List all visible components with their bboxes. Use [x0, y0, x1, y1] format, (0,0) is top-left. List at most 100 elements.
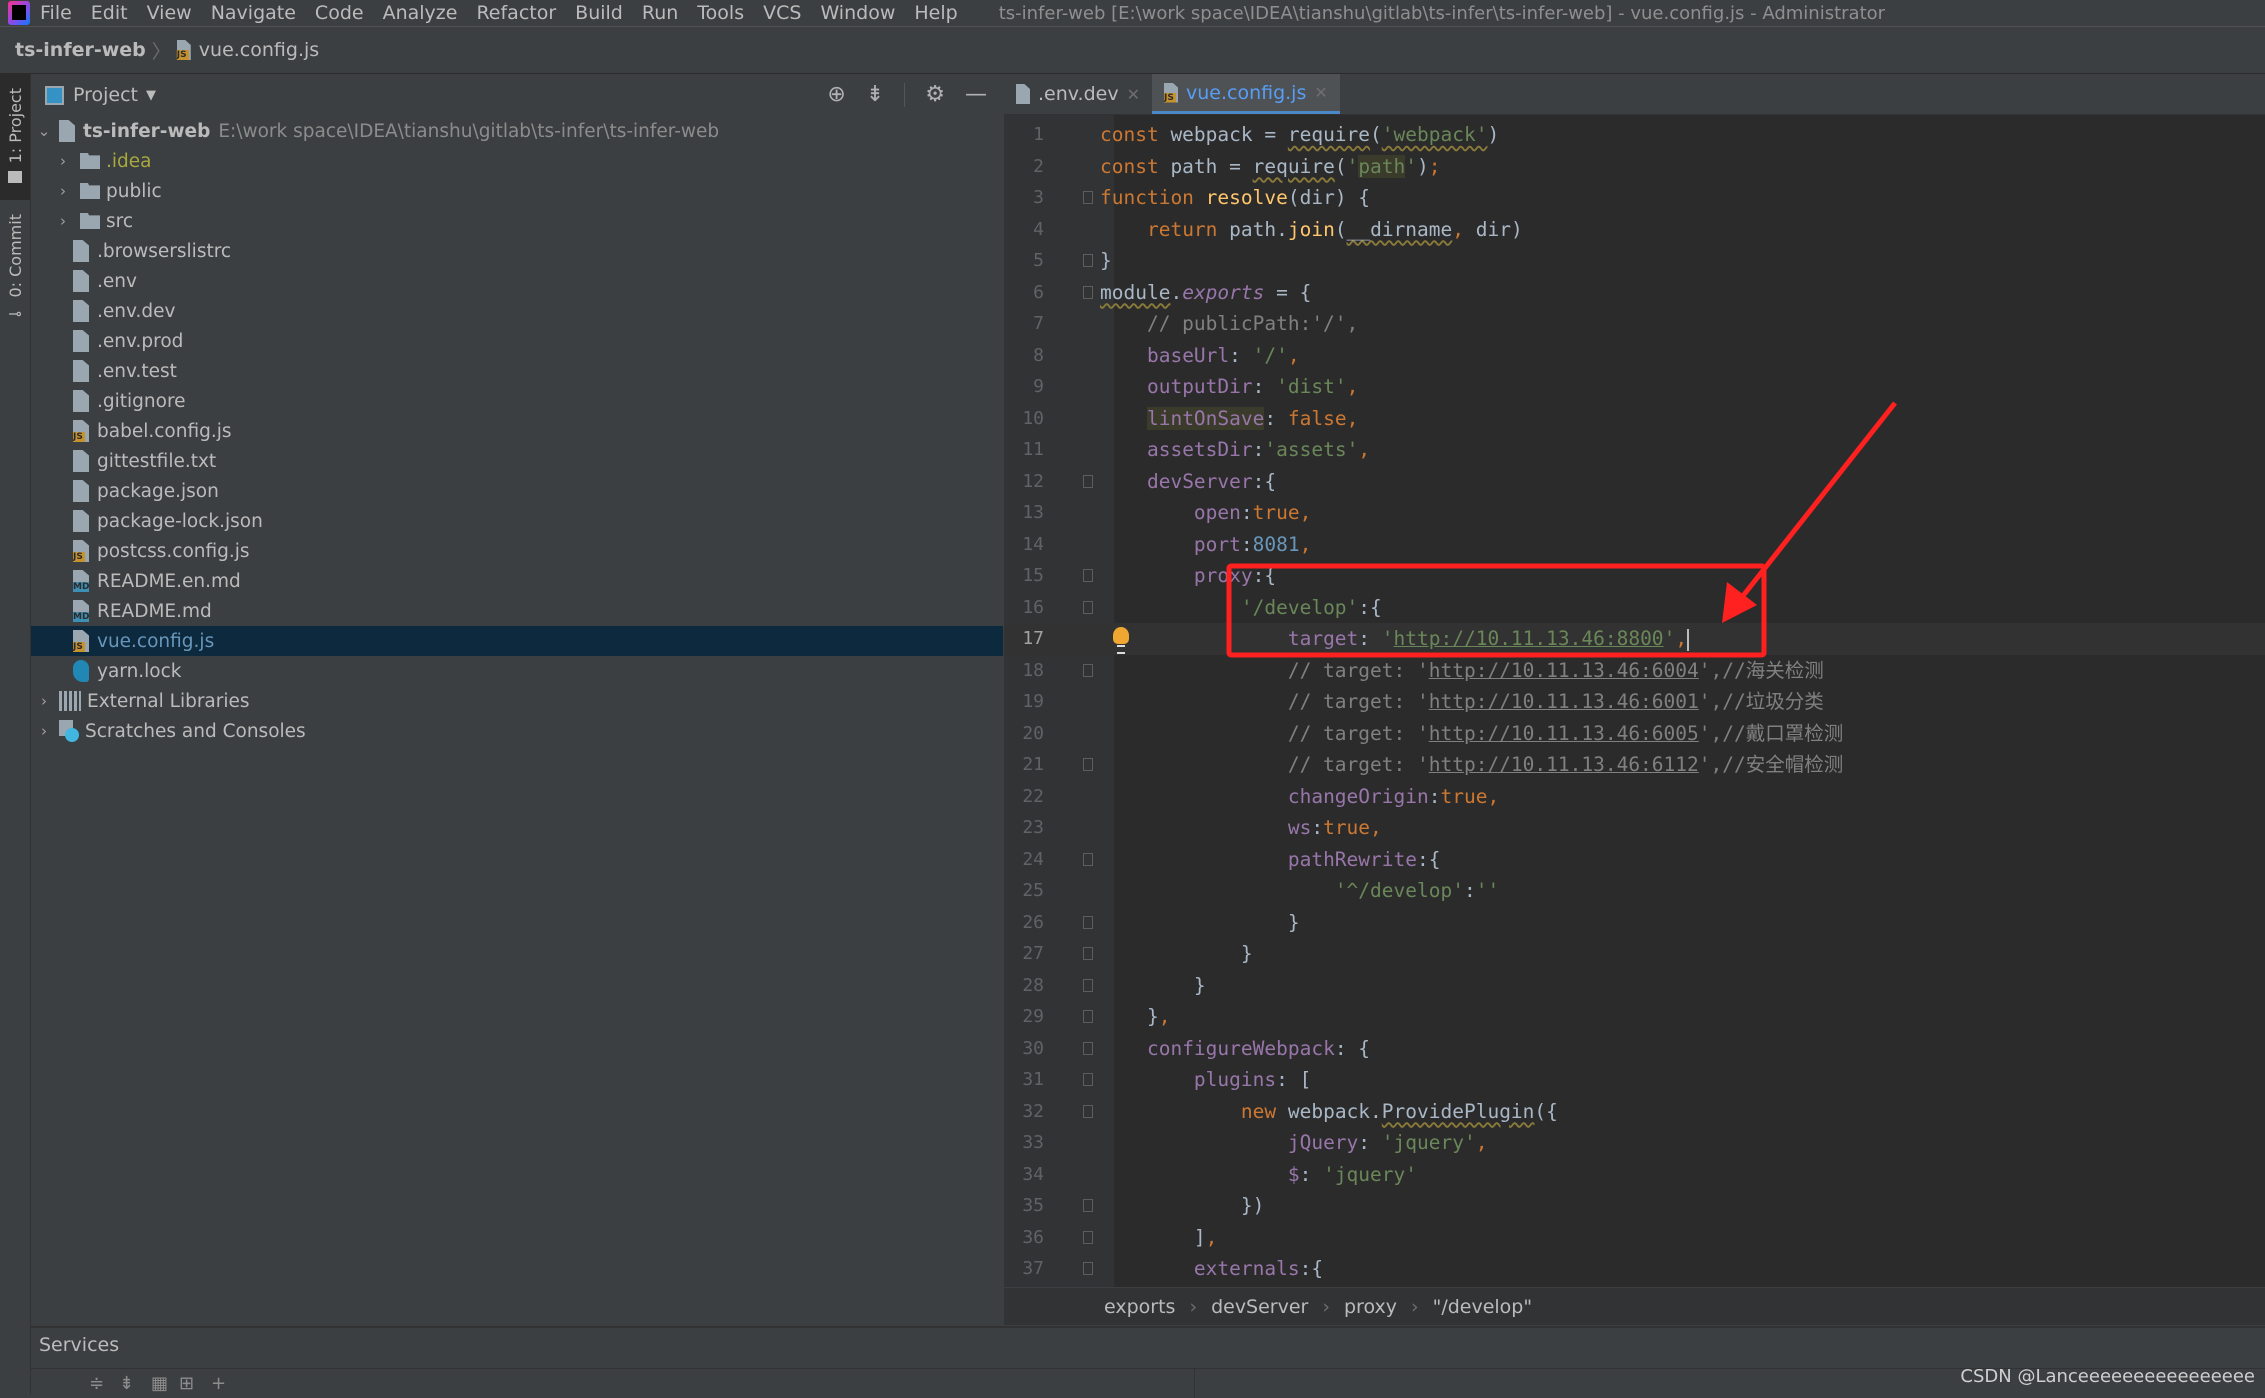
code-line[interactable]: 9 outputDir: 'dist', — [1004, 371, 2265, 403]
tree-item-vue-config-js[interactable]: JS vue.config.js — [31, 626, 1003, 656]
code-line[interactable]: 1 const webpack = require('webpack') — [1004, 119, 2265, 151]
fold-marker-icon[interactable] — [1083, 474, 1093, 488]
code-line[interactable]: 5} — [1004, 245, 2265, 277]
minimize-icon[interactable]: — — [965, 82, 987, 107]
tree-item-env[interactable]: .env — [31, 266, 1003, 296]
collapse-all-icon[interactable]: ⇟ — [119, 1373, 134, 1394]
fold-marker-icon[interactable] — [1083, 852, 1093, 866]
tree-external-libraries[interactable]: › External Libraries — [31, 686, 1003, 716]
code-line[interactable]: 30 configureWebpack: { — [1004, 1033, 2265, 1065]
code-line[interactable]: 11 assetsDir:'assets', — [1004, 434, 2265, 466]
crumb-devserver[interactable]: devServer — [1211, 1296, 1308, 1318]
code-line[interactable]: 26 } — [1004, 907, 2265, 939]
code-line[interactable]: 33 jQuery: 'jquery', — [1004, 1127, 2265, 1159]
menu-edit[interactable]: Edit — [91, 2, 128, 24]
code-line[interactable]: 17 target: 'http://10.11.13.46:8800', — [1004, 623, 2265, 655]
tree-item-postcss-config-js[interactable]: JS postcss.config.js — [31, 536, 1003, 566]
code-line[interactable]: 19 // target: 'http://10.11.13.46:6001',… — [1004, 686, 2265, 718]
code-line[interactable]: 20 // target: 'http://10.11.13.46:6005',… — [1004, 718, 2265, 750]
tree-item-public[interactable]: › public — [31, 176, 1003, 206]
code-line[interactable]: 25 '^/develop':'' — [1004, 875, 2265, 907]
code-line[interactable]: 18 // target: 'http://10.11.13.46:6004',… — [1004, 655, 2265, 687]
tree-item-package-lock-json[interactable]: package-lock.json — [31, 506, 1003, 536]
nav-file[interactable]: vue.config.js — [199, 39, 319, 61]
code-line[interactable]: 7 // publicPath:'/', — [1004, 308, 2265, 340]
menu-run[interactable]: Run — [642, 2, 678, 24]
code-line[interactable]: 2 const path = require('path'); — [1004, 151, 2265, 183]
crumb-develop[interactable]: "/develop" — [1433, 1296, 1533, 1318]
tree-item-env-test[interactable]: .env.test — [31, 356, 1003, 386]
menu-navigate[interactable]: Navigate — [211, 2, 296, 24]
fold-marker-icon[interactable] — [1083, 1230, 1093, 1244]
tree-item-babel-config-js[interactable]: JS babel.config.js — [31, 416, 1003, 446]
code-line[interactable]: 4 return path.join(__dirname, dir) — [1004, 214, 2265, 246]
code-line[interactable]: 22 changeOrigin:true, — [1004, 781, 2265, 813]
fold-marker-icon[interactable] — [1083, 1262, 1093, 1275]
nav-project[interactable]: ts-infer-web — [15, 39, 146, 61]
code-line[interactable]: 15 proxy:{ — [1004, 560, 2265, 592]
tree-item-env-dev[interactable]: .env.dev — [31, 296, 1003, 326]
fold-marker-icon[interactable] — [1083, 600, 1093, 614]
code-line[interactable]: 14 port:8081, — [1004, 529, 2265, 561]
add-icon[interactable]: + — [211, 1373, 226, 1394]
menu-file[interactable]: File — [40, 2, 72, 24]
close-icon[interactable]: ✕ — [1314, 83, 1327, 102]
strip-tab-project[interactable]: 1: Project — [0, 74, 30, 200]
tree-item-gitignore[interactable]: .gitignore — [31, 386, 1003, 416]
fold-marker-icon[interactable] — [1083, 1010, 1093, 1023]
fold-marker-icon[interactable] — [1083, 663, 1093, 677]
fold-marker-icon[interactable] — [1083, 758, 1093, 771]
code-line[interactable]: 32 new webpack.ProvidePlugin({ — [1004, 1096, 2265, 1128]
strip-tab-commit[interactable]: 0: Commit ⊸ — [0, 214, 30, 394]
menu-code[interactable]: Code — [315, 2, 364, 24]
tree-item-yarn-lock[interactable]: yarn.lock — [31, 656, 1003, 686]
tree-item-idea[interactable]: › .idea — [31, 146, 1003, 176]
menu-tools[interactable]: Tools — [697, 2, 744, 24]
code-line[interactable]: 10 lintOnSave: false, — [1004, 403, 2265, 435]
menu-build[interactable]: Build — [575, 2, 623, 24]
code-line[interactable]: 34 $: 'jquery' — [1004, 1159, 2265, 1191]
code-line[interactable]: 16 '/develop':{ — [1004, 592, 2265, 624]
fold-marker-icon[interactable] — [1083, 947, 1093, 960]
menu-view[interactable]: View — [147, 2, 192, 24]
tab-vue-config-js[interactable]: JS vue.config.js ✕ — [1151, 74, 1340, 114]
project-view-selector[interactable]: Project — [73, 84, 138, 106]
menu-window[interactable]: Window — [820, 2, 895, 24]
code-line[interactable]: 35 }) — [1004, 1190, 2265, 1222]
code-line[interactable]: 36 ], — [1004, 1222, 2265, 1254]
fold-marker-icon[interactable] — [1083, 1104, 1093, 1118]
fold-marker-icon[interactable] — [1083, 285, 1093, 299]
code-line[interactable]: 29 }, — [1004, 1001, 2265, 1033]
close-icon[interactable]: ✕ — [1127, 85, 1140, 104]
tree-item-browserslistrc[interactable]: .browserslistrc — [31, 236, 1003, 266]
locate-icon[interactable]: ⊕ — [827, 82, 845, 107]
fold-marker-icon[interactable] — [1083, 915, 1093, 929]
menu-analyze[interactable]: Analyze — [383, 2, 458, 24]
tree-item-readme-en-md[interactable]: MD README.en.md — [31, 566, 1003, 596]
code-line[interactable]: 24 pathRewrite:{ — [1004, 844, 2265, 876]
tree-item-src[interactable]: › src — [31, 206, 1003, 236]
tree-scratches[interactable]: › Scratches and Consoles — [31, 716, 1003, 746]
code-line[interactable]: 6 module.exports = { — [1004, 277, 2265, 309]
code-line[interactable]: 13 open:true, — [1004, 497, 2265, 529]
tree-root[interactable]: ⌄ ts-infer-web E:\work space\IDEA\tianshu\… — [31, 116, 1003, 146]
menu-vcs[interactable]: VCS — [763, 2, 801, 24]
code-line[interactable]: 27 } — [1004, 938, 2265, 970]
new-service-icon[interactable]: ⊞ — [179, 1373, 194, 1394]
chevron-down-icon[interactable]: ▼ — [146, 88, 156, 103]
menu-help[interactable]: Help — [914, 2, 957, 24]
fold-marker-icon[interactable] — [1083, 1041, 1093, 1055]
group-by-icon[interactable]: ▦ — [151, 1373, 168, 1394]
fold-marker-icon[interactable] — [1083, 1199, 1093, 1212]
code-area[interactable]: 1 const webpack = require('webpack') 2 cons… — [1004, 115, 2265, 1287]
code-line[interactable]: 37 externals:{ — [1004, 1253, 2265, 1285]
code-line[interactable]: 21 // target: 'http://10.11.13.46:6112',… — [1004, 749, 2265, 781]
expand-all-icon[interactable]: ≑ — [89, 1373, 104, 1394]
tree-item-readme-md[interactable]: MD README.md — [31, 596, 1003, 626]
fold-marker-icon[interactable] — [1083, 254, 1093, 267]
crumb-exports[interactable]: exports — [1104, 1296, 1175, 1318]
code-line[interactable]: 3 function resolve(dir) { — [1004, 182, 2265, 214]
fold-marker-icon[interactable] — [1083, 1073, 1093, 1086]
crumb-proxy[interactable]: proxy — [1344, 1296, 1397, 1318]
tree-item-env-prod[interactable]: .env.prod — [31, 326, 1003, 356]
